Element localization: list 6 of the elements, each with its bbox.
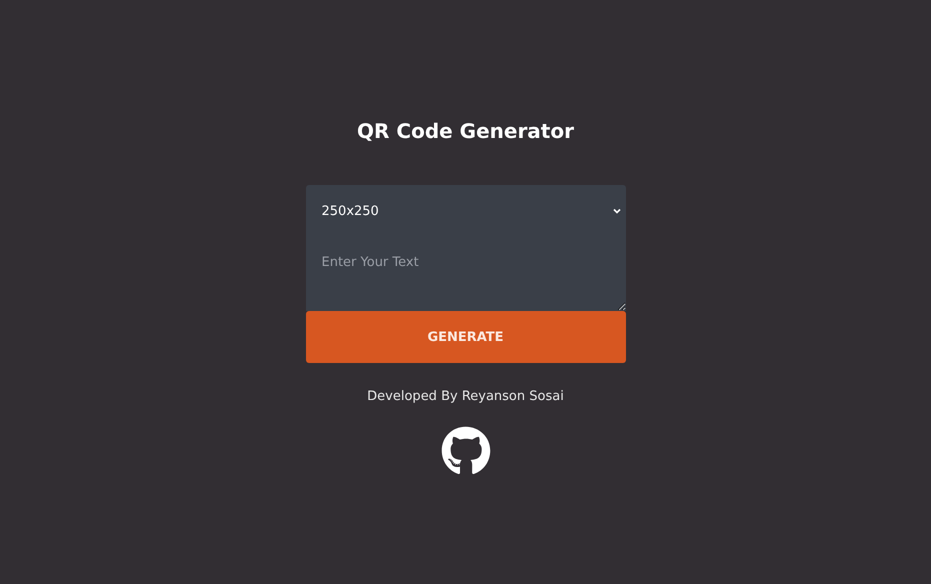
size-select[interactable]: 250x250 [306,185,626,237]
cat-icon[interactable] [440,426,490,476]
page-title: QR Code Generator [357,118,574,144]
text-input-field[interactable]: Enter Your Text [306,237,626,311]
chevron-icon [612,206,622,216]
credit-text: Developed By Reyanson Sosai [367,389,564,404]
